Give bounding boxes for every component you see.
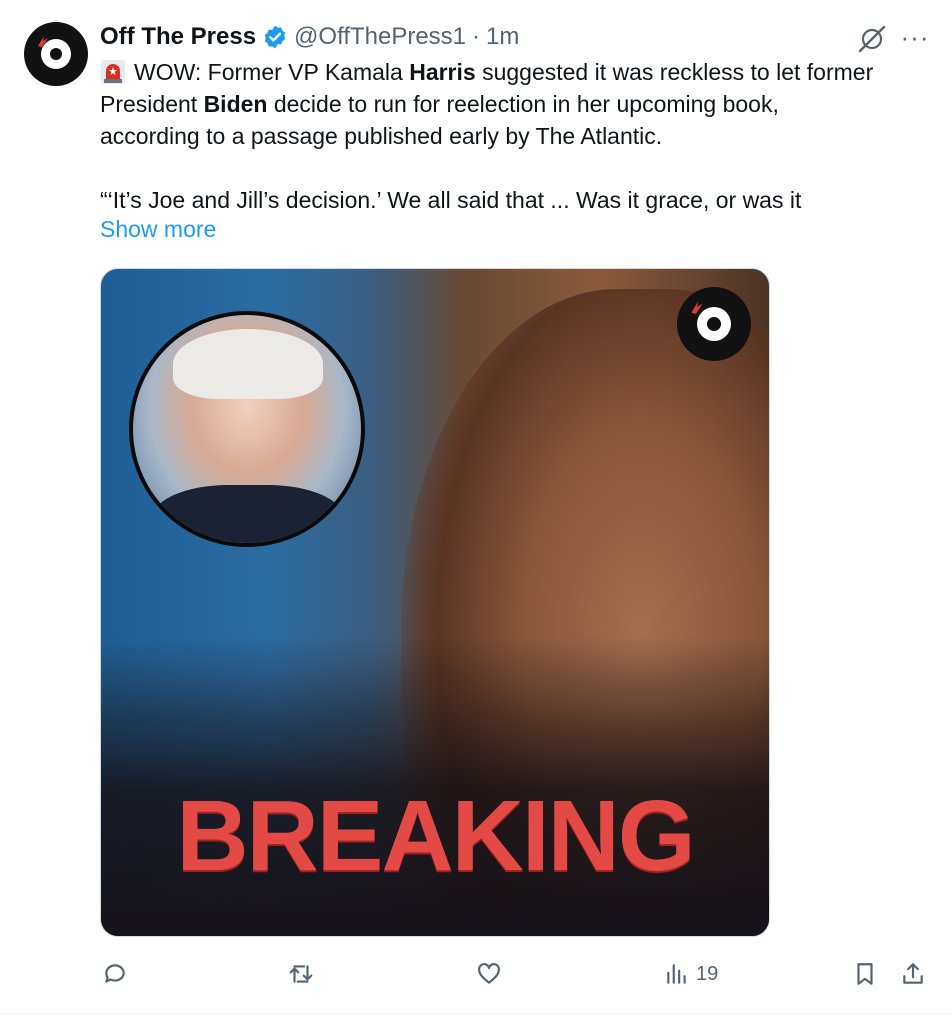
divider [0, 1013, 952, 1014]
action-bar: 19 [0, 956, 952, 996]
views-icon [667, 964, 686, 984]
tweet-line-3: according to a passage published early b… [100, 123, 663, 149]
tweet-text: WOW: Former VP Kamala Harris suggested i… [100, 56, 930, 216]
share-icon [903, 963, 923, 984]
bookmark-icon [857, 963, 873, 985]
heart-icon [478, 963, 500, 984]
tweet-text-segment: suggested it was reckless to let former [475, 59, 874, 85]
siren-icon [101, 60, 125, 84]
breaking-headline: BREAKING [176, 780, 695, 892]
flame-icon [38, 36, 48, 47]
tweet-timestamp[interactable]: 1m [486, 23, 519, 51]
tweet-line-2: President Biden decide to run for reelec… [100, 88, 930, 120]
author-handle[interactable]: @OffThePress1 [294, 23, 466, 51]
tweet-media-image[interactable]: BREAKING [100, 268, 770, 937]
reply-button[interactable] [102, 956, 128, 992]
tweet-bold-harris: Harris [409, 59, 476, 85]
views-count: 19 [696, 962, 719, 985]
tweet-text-segment: decide to run for reelection in her upco… [267, 91, 779, 117]
show-more-link[interactable]: Show more [100, 216, 216, 243]
inset-portrait [129, 311, 365, 547]
verified-badge-icon [264, 25, 286, 49]
like-button[interactable] [476, 956, 502, 992]
bookmark-button[interactable] [852, 956, 878, 992]
tweet-text-segment: WOW: Former VP Kamala [134, 59, 410, 85]
views-button[interactable]: 19 [664, 956, 718, 992]
tweet-bold-biden: Biden [203, 91, 268, 117]
repost-icon [289, 965, 313, 983]
more-options-icon[interactable]: ··· [898, 24, 932, 54]
author-name[interactable]: Off The Press [100, 23, 256, 51]
share-button[interactable] [900, 956, 926, 992]
tweet-text-segment: President [100, 91, 204, 117]
tweet-line-1: WOW: Former VP Kamala Harris suggested i… [100, 56, 930, 88]
repost-button[interactable] [288, 956, 314, 992]
author-avatar[interactable] [24, 22, 88, 86]
watermark-logo [677, 287, 751, 361]
separator-dot: · [472, 23, 481, 50]
flame-icon [691, 301, 703, 314]
reply-icon [105, 964, 125, 983]
avatar-ring-hole [50, 48, 62, 60]
tweet-header: Off The Press @OffThePress1 · 1m [100, 20, 519, 54]
tweet-line-4: “‘It’s Joe and Jill’s decision.’ We all … [100, 187, 802, 213]
grok-icon[interactable] [856, 24, 888, 54]
